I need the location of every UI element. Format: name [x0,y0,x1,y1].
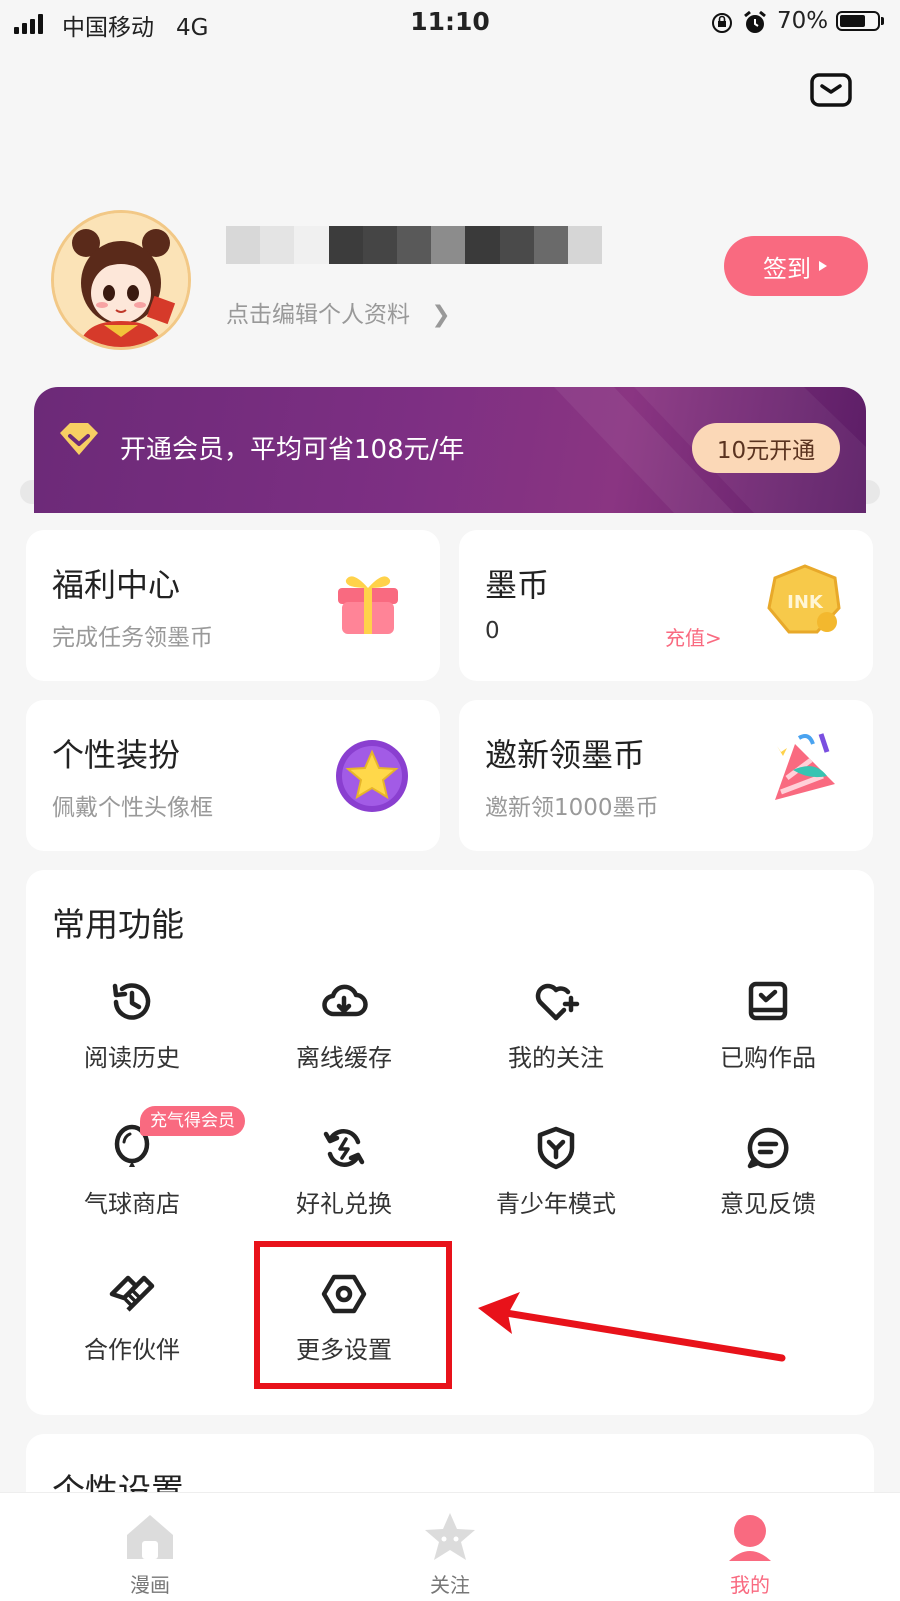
purchased-works-label: 已购作品 [720,1044,816,1072]
cloud-download-icon [322,984,368,1017]
purchased-works-item[interactable]: 已购作品 [662,978,874,1108]
status-bar: 中国移动 4G 11:10 70% [0,0,900,46]
vip-diamond-icon [60,423,98,455]
tab-mine[interactable]: 我的 [600,1511,900,1598]
alarm-icon [744,10,766,33]
feedback-item[interactable]: 意见反馈 [662,1124,874,1254]
battery-tip [881,17,884,25]
my-follows-label: 我的关注 [508,1044,604,1072]
welfare-center-subtitle: 完成任务领墨币 [52,625,213,651]
invite-subtitle: 邀新领1000墨币 [485,795,659,821]
welfare-center-title: 福利中心 [52,566,181,604]
feedback-label: 意见反馈 [720,1190,816,1218]
gift-exchange-label: 好礼兑换 [296,1190,392,1218]
tab-comics[interactable]: 漫画 [0,1511,300,1598]
balloon-shop-item[interactable]: 气球商店 [26,1124,238,1254]
edit-profile-link[interactable]: 点击编辑个人资料 ❯ [226,295,451,329]
chevron-right-icon: ❯ [431,302,451,328]
ink-coin-icon-text: INK [787,592,824,613]
vip-open-button[interactable]: 10元开通 [692,423,840,473]
highlight-box [254,1241,452,1389]
vip-promo-text: 开通会员，平均可省108元/年 [120,435,465,465]
gift-icon [338,576,398,634]
ink-coin-card[interactable]: 墨币 0 充值> INK [459,530,873,681]
tab-comics-label: 漫画 [130,1573,170,1597]
vip-banner[interactable]: 开通会员，平均可省108元/年 10元开通 [34,387,866,513]
welfare-center-card[interactable]: 福利中心 完成任务领墨币 [26,530,440,681]
invite-title: 邀新领墨币 [485,736,646,774]
home-icon [127,1515,173,1559]
feedback-icon [747,1127,789,1169]
ink-coin-balance: 0 [485,618,500,644]
username-blurred [226,226,603,264]
message-icon[interactable] [810,73,852,107]
tab-mine-label: 我的 [730,1573,770,1597]
invite-card[interactable]: 邀新领墨币 邀新领1000墨币 [459,700,873,851]
star-face-icon [425,1513,475,1560]
recharge-link[interactable]: 充值> [665,622,722,651]
play-arrow-icon [819,261,827,271]
ink-coin-icon: INK [767,564,841,634]
checkin-label: 签到 [763,254,811,283]
battery-icon [836,11,880,31]
tab-follow[interactable]: 关注 [300,1511,600,1598]
purchased-book-icon [748,981,788,1021]
shield-icon [537,1126,575,1170]
checkin-button[interactable]: 签到 [724,236,868,296]
edit-profile-label: 点击编辑个人资料 [226,302,410,328]
handshake-icon [109,1275,155,1312]
avatar-illustration [54,213,188,347]
offline-cache-label: 离线缓存 [296,1044,392,1072]
balloon-shop-label: 气球商店 [84,1190,180,1218]
bottom-tab-bar: 漫画 关注 我的 [0,1492,900,1601]
teen-mode-label: 青少年模式 [496,1190,616,1218]
battery-fill [840,15,865,27]
common-functions-title: 常用功能 [52,905,184,944]
star-icon [336,740,408,812]
teen-mode-item[interactable]: 青少年模式 [450,1124,662,1254]
rotation-lock-icon [712,13,732,33]
partners-item[interactable]: 合作伙伴 [26,1270,238,1400]
reading-history-label: 阅读历史 [84,1044,180,1072]
partners-label: 合作伙伴 [84,1336,180,1364]
offline-cache-item[interactable]: 离线缓存 [238,978,450,1108]
avatar-decoration-subtitle: 佩戴个性头像框 [52,795,213,821]
exchange-icon [323,1129,365,1167]
heart-plus-icon [535,983,580,1021]
party-popper-icon [775,733,835,800]
battery-percent: 70% [777,8,829,34]
tab-follow-label: 关注 [430,1573,470,1597]
balloon-promo-badge: 充气得会员 [140,1106,245,1136]
avatar-decoration-card[interactable]: 个性装扮 佩戴个性头像框 [26,700,440,851]
history-icon [112,983,151,1020]
avatar[interactable] [51,210,191,350]
ink-coin-title: 墨币 [485,566,550,604]
gift-exchange-item[interactable]: 好礼兑换 [238,1124,450,1254]
my-follows-item[interactable]: 我的关注 [450,978,662,1108]
annotation-arrow [478,1292,786,1362]
profile-icon [729,1515,771,1561]
reading-history-item[interactable]: 阅读历史 [26,978,238,1108]
avatar-decoration-title: 个性装扮 [52,736,181,774]
